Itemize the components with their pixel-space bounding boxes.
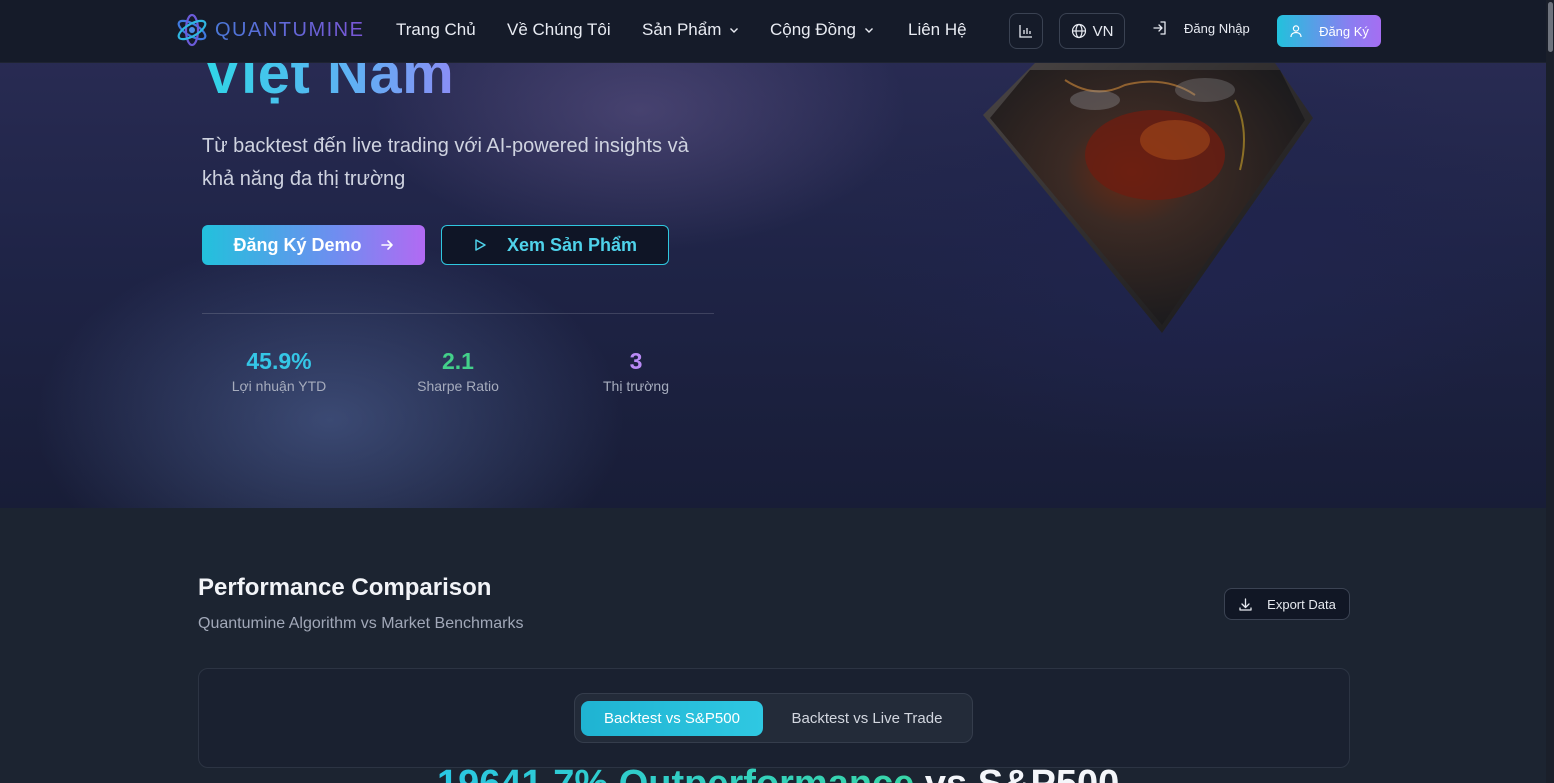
chart-button[interactable] bbox=[1009, 13, 1043, 49]
nav-community[interactable]: Cộng Đồng bbox=[770, 20, 874, 40]
quantum-logo-icon bbox=[177, 13, 207, 47]
stat-markets: 3 Thị trường bbox=[556, 346, 716, 394]
register-demo-button[interactable]: Đăng Ký Demo bbox=[202, 225, 425, 265]
login-label: Đăng Nhập bbox=[1184, 20, 1250, 36]
chevron-down-icon bbox=[865, 28, 874, 33]
download-icon bbox=[1239, 597, 1252, 611]
headline-rest: vs S&P500 bbox=[925, 763, 1119, 783]
performance-title: Performance Comparison bbox=[198, 574, 492, 601]
signup-label: Đăng Ký bbox=[1319, 23, 1369, 39]
play-icon bbox=[475, 239, 486, 251]
stat-ytd: 45.9% Lợi nhuận YTD bbox=[199, 346, 359, 394]
brand-logo[interactable]: QUANTUMINE bbox=[175, 13, 364, 47]
hero-section: Việt Nam Từ backtest đến live trading vớ… bbox=[0, 0, 1546, 508]
export-label: Export Data bbox=[1267, 596, 1336, 612]
language-label: VN bbox=[1092, 22, 1114, 40]
export-data-button[interactable]: Export Data bbox=[1224, 588, 1350, 620]
stat-label: Lợi nhuận YTD bbox=[231, 378, 327, 394]
scrollbar-thumb[interactable] bbox=[1548, 2, 1553, 52]
user-icon bbox=[1290, 25, 1302, 38]
login-icon bbox=[1153, 21, 1166, 35]
stat-label: Thị trường bbox=[602, 378, 669, 394]
nav-link-label: Cộng Đồng bbox=[770, 20, 857, 39]
signup-button[interactable]: Đăng Ký bbox=[1277, 15, 1381, 47]
language-selector[interactable]: VN bbox=[1059, 13, 1125, 49]
login-button[interactable]: Đăng Nhập bbox=[1152, 20, 1250, 36]
stat-value: 3 bbox=[629, 348, 643, 374]
headline-accent: 19641.7% Outperformance bbox=[437, 763, 914, 783]
globe-icon bbox=[1071, 23, 1086, 39]
register-demo-label: Đăng Ký Demo bbox=[233, 234, 362, 255]
bar-chart-icon bbox=[1019, 25, 1032, 38]
hero-divider bbox=[202, 313, 714, 314]
nav-about[interactable]: Về Chúng Tôi bbox=[507, 20, 611, 40]
nav-home[interactable]: Trang Chủ bbox=[396, 20, 476, 40]
nav-link-label: Về Chúng Tôi bbox=[507, 20, 611, 39]
stat-label: Sharpe Ratio bbox=[417, 378, 499, 394]
performance-subtitle: Quantumine Algorithm vs Market Benchmark… bbox=[198, 615, 524, 632]
outperformance-headline: 19641.7% Outperformance vs S&P500 bbox=[437, 763, 1119, 783]
nav-contact[interactable]: Liên Hệ bbox=[908, 20, 967, 40]
crystal-gem-graphic bbox=[983, 63, 1313, 333]
nav-link-label: Liên Hệ bbox=[908, 20, 967, 39]
nav-link-label: Sản Phẩm bbox=[642, 20, 722, 39]
hero-subtitle: Từ backtest đến live trading với AI-powe… bbox=[202, 135, 689, 190]
view-products-label: Xem Sản Phẩm bbox=[506, 234, 638, 255]
view-products-button[interactable]: Xem Sản Phẩm bbox=[441, 225, 669, 265]
tab-backtest-vs-sp500[interactable]: Backtest vs S&P500 bbox=[581, 701, 763, 736]
stat-sharpe: 2.1 Sharpe Ratio bbox=[378, 346, 538, 394]
page-scrollbar[interactable] bbox=[1546, 0, 1554, 783]
chevron-down-icon bbox=[730, 28, 739, 33]
arrow-right-icon bbox=[380, 240, 393, 250]
nav-products[interactable]: Sản Phẩm bbox=[642, 20, 739, 40]
nav-link-label: Trang Chủ bbox=[396, 20, 476, 39]
stat-value: 2.1 bbox=[442, 348, 474, 374]
stat-value: 45.9% bbox=[246, 348, 312, 374]
brand-name: QUANTUMINE bbox=[215, 18, 365, 41]
tab-backtest-vs-live[interactable]: Backtest vs Live Trade bbox=[770, 701, 964, 736]
top-navbar: QUANTUMINE Trang Chủ Về Chúng Tôi Sản Ph… bbox=[0, 0, 1546, 63]
